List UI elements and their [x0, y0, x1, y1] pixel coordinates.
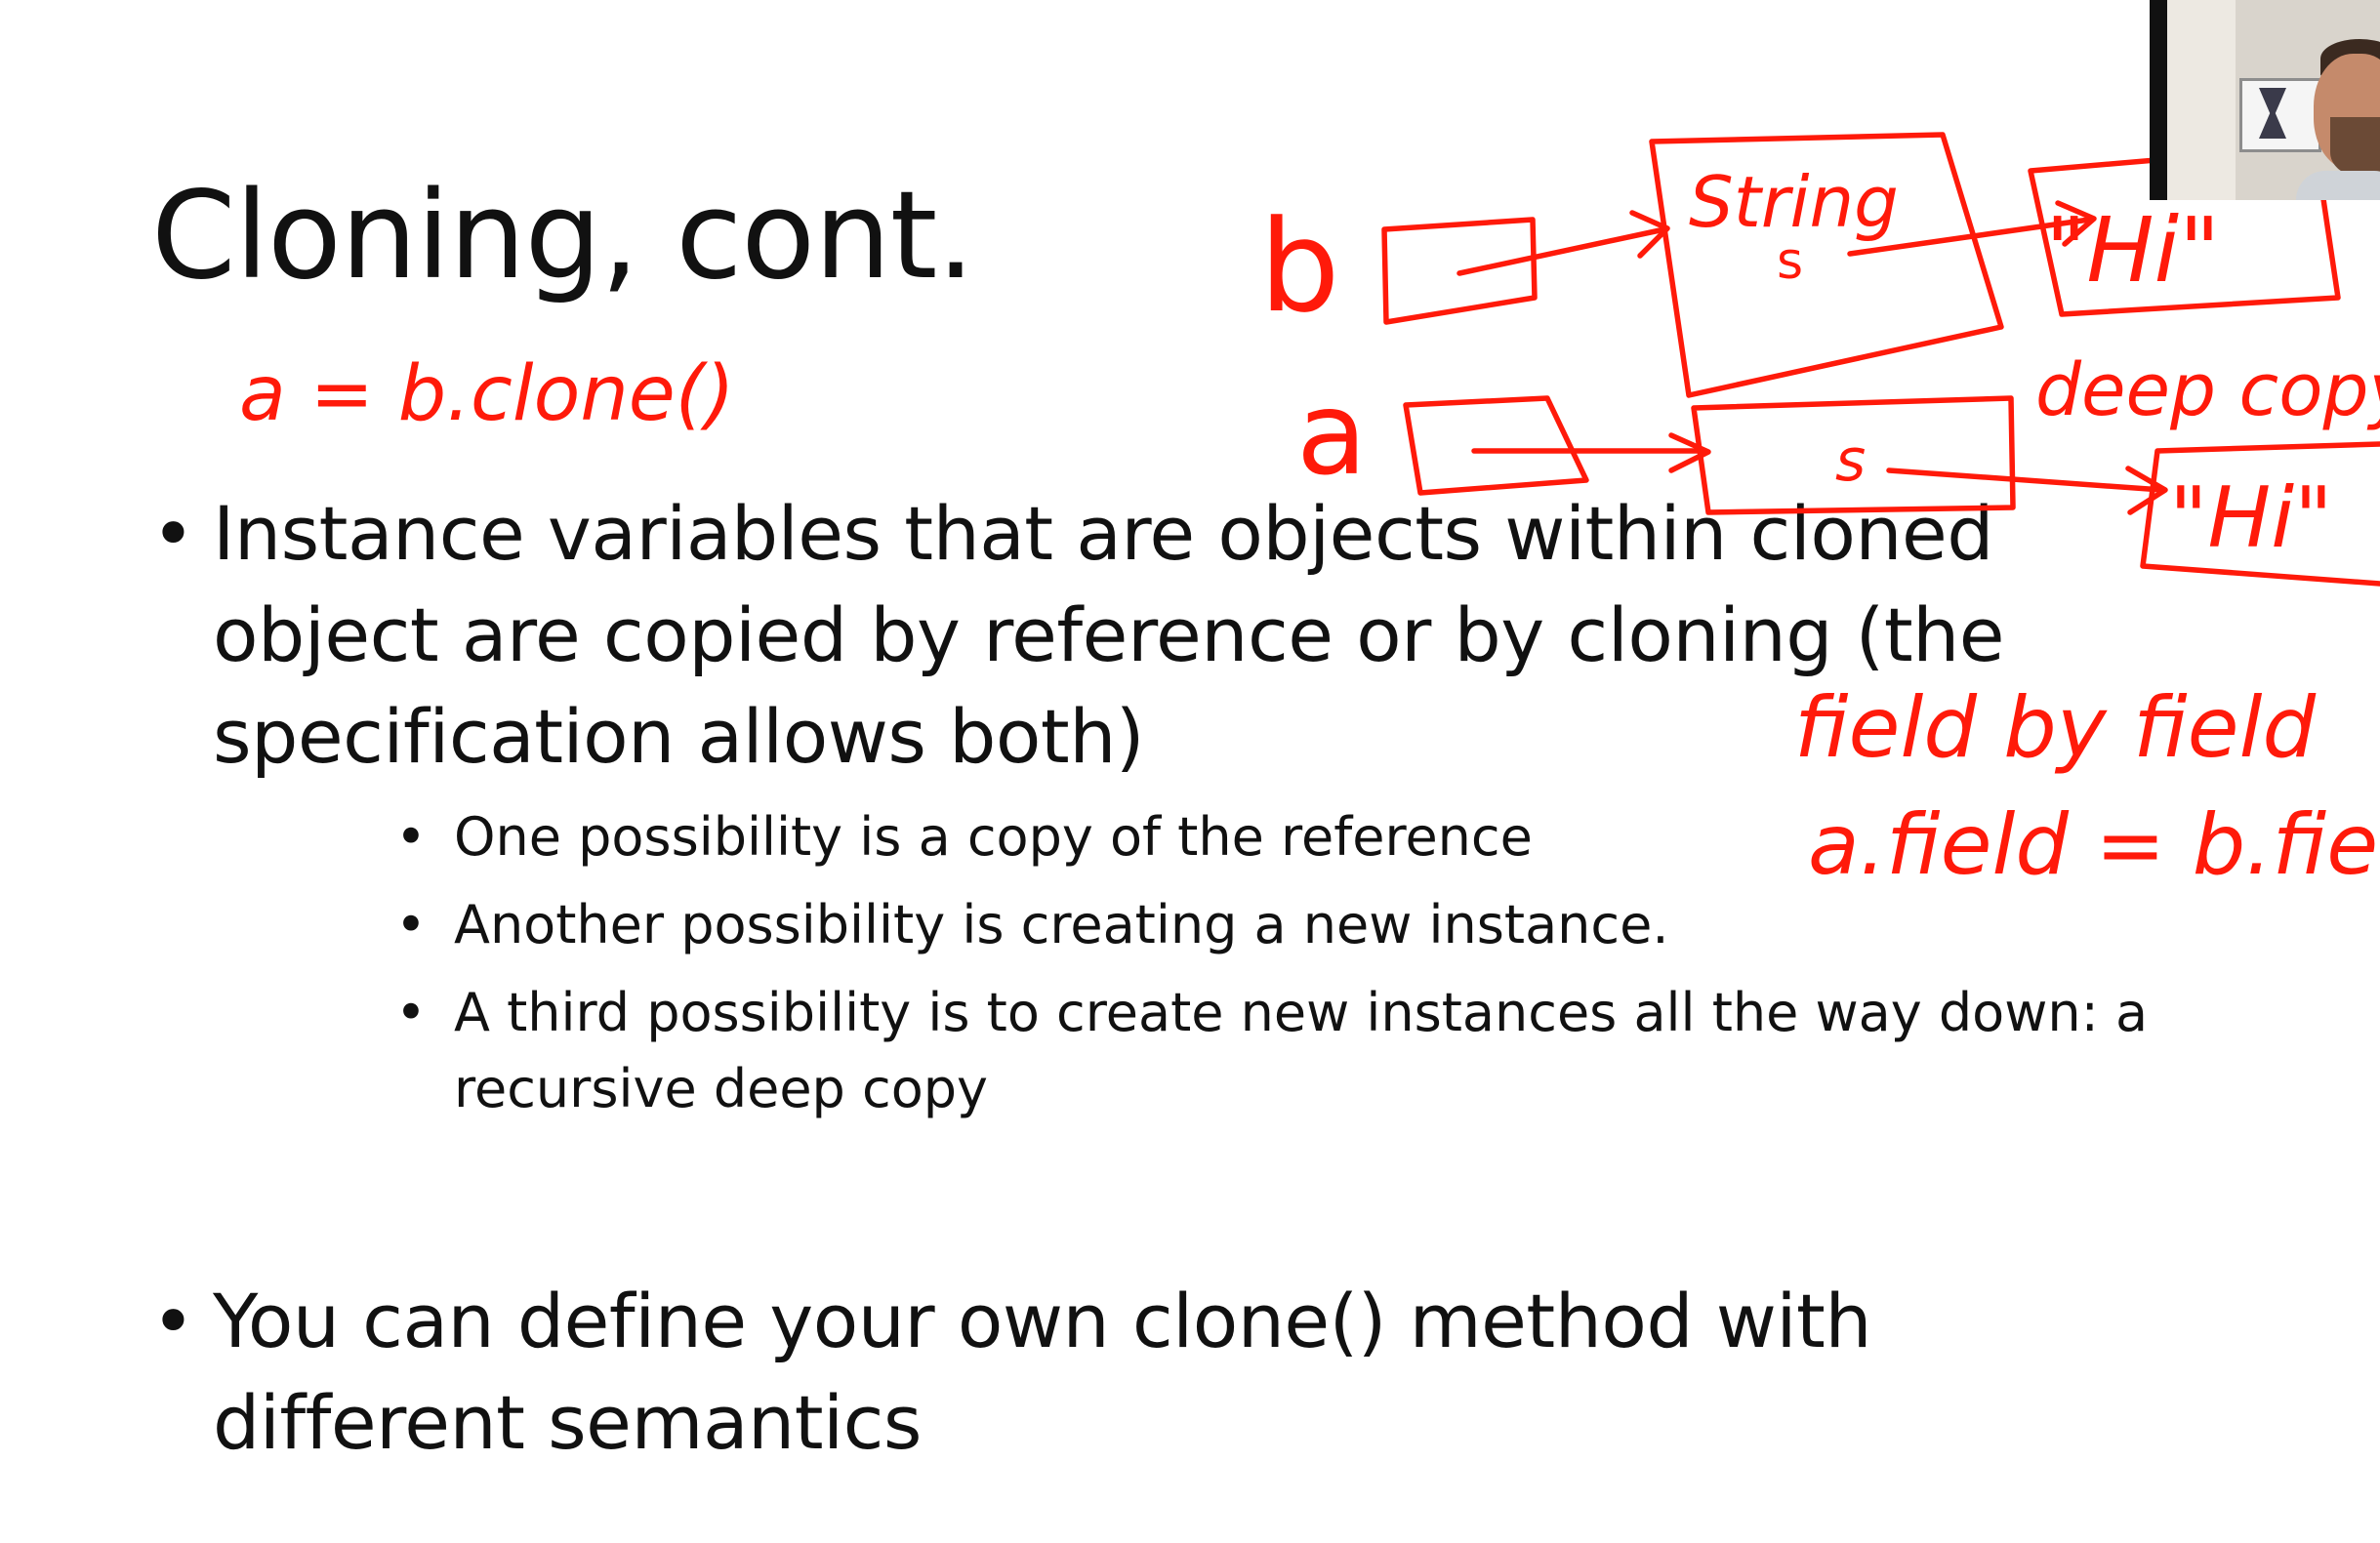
- field-by-field-note: field by field: [1794, 679, 2316, 777]
- field-assignment-note: a.field = b.field: [1808, 796, 2380, 894]
- slide: Cloning, cont. • Instance variables that…: [0, 0, 2380, 1543]
- presenter-webcam-icon: [2150, 0, 2380, 200]
- handwritten-annotations: a = b.clone() b String s "Hi" deep copy …: [239, 132, 2380, 894]
- string-field-label: s: [1777, 232, 1803, 291]
- assignment-note: a = b.clone(): [239, 350, 735, 438]
- hi-string-top: "Hi": [2045, 198, 2220, 303]
- b-reference-arrow: [1457, 226, 1667, 276]
- var-a-box: [1403, 395, 1589, 496]
- deep-copy-note: deep copy: [2035, 348, 2380, 432]
- cloned-field-label: s: [1835, 426, 1866, 495]
- var-a-label: a: [1296, 366, 1367, 501]
- hi-string-bottom: "Hi": [2169, 469, 2333, 567]
- s-reference-arrow-bottom: [1886, 467, 2165, 493]
- var-b-label: b: [1259, 192, 1340, 341]
- string-class-label: String: [1689, 161, 1899, 243]
